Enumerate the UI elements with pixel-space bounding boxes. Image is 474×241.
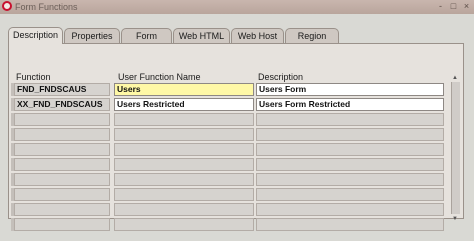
function-field[interactable] xyxy=(14,113,110,126)
function-field[interactable]: XX_FND_FNDSCAUS xyxy=(14,98,110,111)
function-field[interactable]: FND_FNDSCAUS xyxy=(14,83,110,96)
window-title: Form Functions xyxy=(15,2,78,12)
tab-form[interactable]: Form xyxy=(121,28,172,43)
user-function-name-field[interactable]: Users xyxy=(114,83,254,96)
user-function-name-field[interactable] xyxy=(114,188,254,201)
oracle-logo-icon xyxy=(2,1,12,11)
function-field[interactable] xyxy=(14,218,110,231)
user-function-name-field[interactable]: Users Restricted xyxy=(114,98,254,111)
description-field[interactable] xyxy=(256,218,444,231)
function-field[interactable] xyxy=(14,128,110,141)
function-field[interactable] xyxy=(14,203,110,216)
column-header-description: Description xyxy=(258,72,304,82)
user-function-name-field[interactable] xyxy=(114,143,254,156)
function-field[interactable] xyxy=(14,188,110,201)
user-function-name-field[interactable] xyxy=(114,128,254,141)
tab-web-host[interactable]: Web Host xyxy=(231,28,284,43)
scroll-down-icon[interactable]: ▼ xyxy=(451,215,459,223)
description-field[interactable] xyxy=(256,173,444,186)
user-function-name-field[interactable] xyxy=(114,113,254,126)
description-field[interactable]: Users Form Restricted xyxy=(256,98,444,111)
title-bar[interactable]: Form Functions - □ × xyxy=(0,0,474,15)
close-icon[interactable]: × xyxy=(461,1,472,12)
user-function-name-field[interactable] xyxy=(114,218,254,231)
scroll-up-icon[interactable]: ▲ xyxy=(451,74,459,82)
user-function-name-field[interactable] xyxy=(114,173,254,186)
description-field[interactable] xyxy=(256,188,444,201)
tab-region[interactable]: Region xyxy=(285,28,339,43)
vertical-scrollbar[interactable] xyxy=(451,82,460,214)
tab-web-html[interactable]: Web HTML xyxy=(173,28,230,43)
minimize-icon[interactable]: - xyxy=(435,1,446,12)
description-field[interactable] xyxy=(256,113,444,126)
column-header-function: Function xyxy=(16,72,51,82)
description-field[interactable]: Users Form xyxy=(256,83,444,96)
function-field[interactable] xyxy=(14,143,110,156)
description-field[interactable] xyxy=(256,158,444,171)
description-field[interactable] xyxy=(256,143,444,156)
description-field[interactable] xyxy=(256,128,444,141)
maximize-icon[interactable]: □ xyxy=(448,1,459,12)
description-field[interactable] xyxy=(256,203,444,216)
tab-description[interactable]: Description xyxy=(8,27,63,44)
tab-properties[interactable]: Properties xyxy=(64,28,120,43)
column-header-user-function-name: User Function Name xyxy=(118,72,201,82)
function-field[interactable] xyxy=(14,158,110,171)
function-field[interactable] xyxy=(14,173,110,186)
user-function-name-field[interactable] xyxy=(114,158,254,171)
user-function-name-field[interactable] xyxy=(114,203,254,216)
